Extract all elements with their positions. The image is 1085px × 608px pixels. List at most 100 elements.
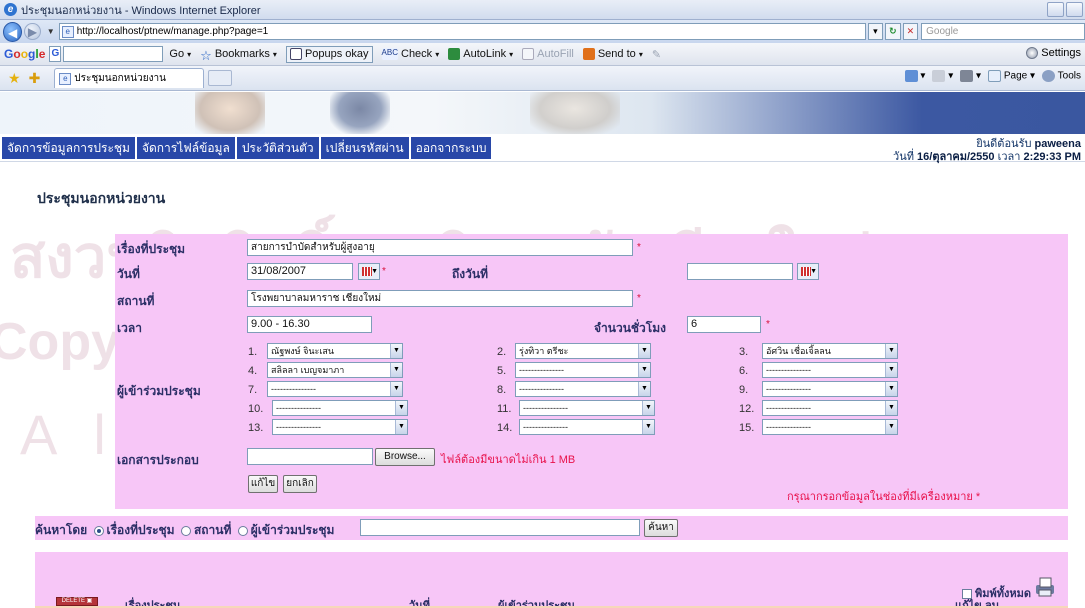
address-dropdown-icon[interactable]: ▾ xyxy=(867,23,884,40)
place-required-mark: * xyxy=(637,293,641,304)
google-search-input[interactable] xyxy=(63,46,164,62)
attendee-number: 14. xyxy=(497,422,513,434)
home-icon xyxy=(904,70,918,82)
attendee-select[interactable]: --------------- ▼ xyxy=(515,362,651,378)
spellcheck-icon: ABC xyxy=(381,48,398,60)
attendee-select[interactable]: ณัฐพงษ์ จินะเสน ▼ xyxy=(267,343,403,359)
to-calendar-button[interactable]: ▼ xyxy=(797,263,819,280)
place-label: สถานที่ xyxy=(117,294,155,308)
menu-logout[interactable]: ออกจากระบบ xyxy=(410,137,494,159)
search-button[interactable]: ค้นหา xyxy=(644,519,678,537)
banner-photo xyxy=(530,92,620,134)
bookmarks-button[interactable]: ☆ Bookmarks ▾ xyxy=(200,48,277,63)
favorites-star-icon[interactable]: ★ xyxy=(8,70,21,87)
tools-gear-icon xyxy=(1042,70,1056,82)
tab-bar: ★ ✚ e ประชุมนอกหน่วยงาน ▾ ▾ ▾ Page ▾ Too… xyxy=(0,66,1085,91)
radio-place[interactable] xyxy=(180,525,191,536)
url-field[interactable]: e http://localhost/ptnew/manage.php?page… xyxy=(58,23,866,40)
chevron-down-icon: ▼ xyxy=(885,344,897,358)
banner-photo xyxy=(195,92,265,134)
printer-icon[interactable] xyxy=(1033,576,1057,598)
autolink-button[interactable]: AutoLink ▾ xyxy=(448,48,513,60)
minimize-button[interactable] xyxy=(1047,2,1064,17)
cancel-button[interactable]: ยกเลิก xyxy=(283,475,317,493)
check-button[interactable]: ABC Check ▾ xyxy=(381,48,439,60)
menu-change-password[interactable]: เปลี่ยนรหัสผ่าน xyxy=(320,137,411,159)
back-button[interactable]: ◀ xyxy=(3,21,23,42)
chevron-down-icon: ▼ xyxy=(390,363,402,377)
new-tab-button[interactable] xyxy=(208,70,233,86)
welcome-prefix: ยินดีต้อนรับ xyxy=(976,138,1032,150)
radio-attendees[interactable] xyxy=(237,525,248,536)
attendee-select[interactable]: --------------- ▼ xyxy=(762,381,898,397)
attendee-number: 4. xyxy=(248,365,258,377)
autofill-button[interactable]: AutoFill xyxy=(522,48,574,60)
attendee-select[interactable]: --------------- ▼ xyxy=(519,419,655,435)
attendee-select[interactable]: --------------- ▼ xyxy=(515,381,651,397)
chevron-down-icon: ▼ xyxy=(885,401,897,415)
feeds-button[interactable]: ▾ xyxy=(932,70,953,82)
history-dropdown-icon[interactable]: ▼ xyxy=(47,27,55,36)
date-label: วันที่ xyxy=(117,267,140,281)
attendee-select[interactable]: สลิลลา เบญจมาภา ▼ xyxy=(267,362,403,378)
window-title: ประชุมนอกหน่วยงาน - Windows Internet Exp… xyxy=(21,4,261,17)
attendee-select[interactable]: --------------- ▼ xyxy=(267,381,403,397)
file-path-input[interactable] xyxy=(247,448,373,465)
go-button[interactable]: Go ▾ xyxy=(169,48,191,60)
attendee-select[interactable]: --------------- ▼ xyxy=(762,362,898,378)
search-input[interactable] xyxy=(360,519,640,536)
print-button[interactable]: ▾ xyxy=(960,70,981,82)
welcome-info: ยินดีต้อนรับ paweena วันที่ 16/ตุลาคม/25… xyxy=(893,138,1081,164)
place-input[interactable]: โรงพยาบาลมหาราช เชียงใหม่ xyxy=(247,290,633,307)
hours-input[interactable]: 6 xyxy=(687,316,761,333)
pencil-icon[interactable]: ✎ xyxy=(652,48,661,61)
attendee-select[interactable]: รุ่งทิวา ตรีชะ ▼ xyxy=(515,343,651,359)
autolink-icon xyxy=(448,48,461,60)
attendee-select[interactable]: อัศวิน เชื่อเจิ้ลลน ▼ xyxy=(762,343,898,359)
page-menu-button[interactable]: Page ▾ xyxy=(988,70,1035,82)
refresh-icon[interactable]: ↻ xyxy=(885,23,901,40)
autofill-icon xyxy=(522,48,535,60)
attendee-number: 2. xyxy=(497,346,507,358)
topic-input[interactable]: สายการบำบัดสำหรับผู้สูงอายุ xyxy=(247,239,633,256)
browse-button[interactable]: Browse... xyxy=(375,448,435,466)
date-input[interactable]: 31/08/2007 xyxy=(247,263,353,280)
chevron-down-icon: ▼ xyxy=(885,420,897,434)
tab-current[interactable]: e ประชุมนอกหน่วยงาน xyxy=(54,68,205,88)
delete-selected-button[interactable]: DELETE ▣ xyxy=(56,597,98,606)
edit-button[interactable]: แก้ไข xyxy=(248,475,278,493)
settings-button[interactable]: Settings xyxy=(1026,47,1081,59)
attendee-select[interactable]: --------------- ▼ xyxy=(762,400,898,416)
add-favorites-icon[interactable]: ✚ xyxy=(29,70,41,87)
tools-menu-button[interactable]: Tools xyxy=(1042,70,1081,82)
stop-icon[interactable]: ✕ xyxy=(902,23,919,40)
page-title: ประชุมนอกหน่วยงาน xyxy=(37,190,166,206)
attendee-select[interactable]: --------------- ▼ xyxy=(272,419,408,435)
attendee-number: 3. xyxy=(739,346,749,358)
calendar-button[interactable]: ▼ xyxy=(358,263,380,280)
forward-button[interactable]: ▶ xyxy=(24,23,41,40)
attendee-number: 10. xyxy=(248,403,264,415)
send-to-button[interactable]: Send to ▾ xyxy=(582,48,643,60)
print-icon xyxy=(960,70,974,82)
time-prefix: เวลา xyxy=(997,151,1021,163)
browser-search-input[interactable]: Google xyxy=(921,23,1085,40)
time-input[interactable]: 9.00 - 16.30 xyxy=(247,316,372,333)
menu-profile[interactable]: ประวัติส่วนตัว xyxy=(236,137,321,159)
date-required-mark: * xyxy=(382,266,386,277)
attendee-select[interactable]: --------------- ▼ xyxy=(762,419,898,435)
site-banner xyxy=(0,92,1085,134)
menu-manage-files[interactable]: จัดการไฟล์ข้อมูล xyxy=(136,137,237,159)
menu-manage-meetings[interactable]: จัดการข้อมูลการประชุม xyxy=(2,137,137,159)
home-button[interactable]: ▾ xyxy=(904,70,925,82)
page-icon-cmd xyxy=(988,70,1002,82)
time-label: เวลา xyxy=(117,321,142,335)
google-g-button[interactable]: G xyxy=(49,46,62,62)
radio-place-label: สถานที่ xyxy=(193,523,232,537)
radio-topic[interactable] xyxy=(93,525,104,536)
popups-button[interactable]: Popups okay xyxy=(285,45,373,63)
attendee-select[interactable]: --------------- ▼ xyxy=(519,400,655,416)
maximize-button[interactable] xyxy=(1066,2,1083,17)
to-date-input[interactable] xyxy=(687,263,793,280)
attendee-select[interactable]: --------------- ▼ xyxy=(272,400,408,416)
